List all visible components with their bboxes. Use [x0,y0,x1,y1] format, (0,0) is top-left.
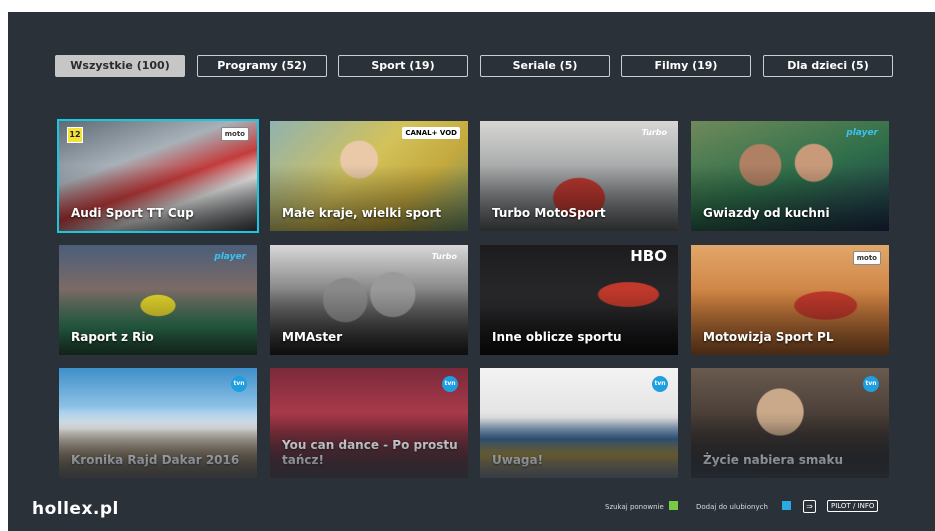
tile-title: MMAster [282,330,343,344]
exit-icon: ⇒ [803,500,816,513]
tv-screen: Wszystkie (100) Programy (52) Sport (19)… [8,12,935,531]
tile-title: Kronika Rajd Dakar 2016 [71,453,240,467]
channel-logo: moto [852,251,881,265]
channel-logo: player [214,252,246,262]
tab-series[interactable]: Seriale (5) [480,55,610,77]
tile-gwiazdy[interactable]: player Gwiazdy od kuchni [691,121,889,231]
tile-title: Małe kraje, wielki sport [282,206,442,220]
tab-all[interactable]: Wszystkie (100) [55,55,185,77]
channel-logo: CANAL+ VOD [402,127,460,139]
tile-uwaga[interactable]: tvn Uwaga! [480,368,678,478]
tab-programs[interactable]: Programy (52) [197,55,327,77]
channel-logo: tvn [652,376,668,392]
tile-title: Audi Sport TT Cup [71,206,194,220]
tile-kronika-dakar[interactable]: tvn Kronika Rajd Dakar 2016 [59,368,257,478]
tile-title: Inne oblicze sportu [492,330,622,344]
channel-logo: tvn [863,376,879,392]
tile-male-kraje[interactable]: CANAL+ VOD Małe kraje, wielki sport [270,121,468,231]
tile-you-can-dance[interactable]: tvn You can dance - Po prostu tańcz! [270,368,468,478]
hint-favorite-label: Dodaj do ulubionych [696,503,768,511]
tile-title: You can dance - Po prostu tańcz! [282,438,458,467]
channel-logo: HBO [630,247,667,265]
tab-movies[interactable]: Filmy (19) [621,55,751,77]
tile-title: Raport z Rio [71,330,154,344]
channel-logo: moto [220,127,249,141]
tile-turbo-motosport[interactable]: Turbo Turbo MotoSport [480,121,678,231]
channel-logo: tvn [231,376,247,392]
channel-logo: Turbo [641,128,667,137]
tile-motowizja[interactable]: moto Motowizja Sport PL [691,245,889,355]
tile-zycie-nabiera-smaku[interactable]: tvn Życie nabiera smaku [691,368,889,478]
blue-key-icon [782,501,791,510]
tile-title: Gwiazdy od kuchni [703,206,830,220]
channel-logo: tvn [442,376,458,392]
remote-hints: Szukaj ponownie Dodaj do ulubionych ⇒ PI… [605,500,905,516]
green-key-icon [669,501,678,510]
tile-title: Turbo MotoSport [492,206,606,220]
channel-logo: player [846,128,878,138]
tile-inne-oblicze[interactable]: HBO Inne oblicze sportu [480,245,678,355]
tile-title: Uwaga! [492,453,544,467]
pilot-info-badge: PILOT / INFO [827,500,879,512]
channel-logo: Turbo [431,252,457,261]
brand-watermark: hollex.pl [32,499,119,519]
age-rating-badge: 12 [67,127,83,143]
tile-raport-z-rio[interactable]: player Raport z Rio [59,245,257,355]
tile-title: Motowizja Sport PL [703,330,834,344]
hint-search-label: Szukaj ponownie [605,503,664,511]
tab-sport[interactable]: Sport (19) [338,55,468,77]
category-tabs: Wszystkie (100) Programy (52) Sport (19)… [55,55,896,79]
tile-mmaster[interactable]: Turbo MMAster [270,245,468,355]
tab-kids[interactable]: Dla dzieci (5) [763,55,893,77]
tile-title: Życie nabiera smaku [703,453,844,467]
tile-audi-sport[interactable]: 12 moto Audi Sport TT Cup [57,119,259,233]
